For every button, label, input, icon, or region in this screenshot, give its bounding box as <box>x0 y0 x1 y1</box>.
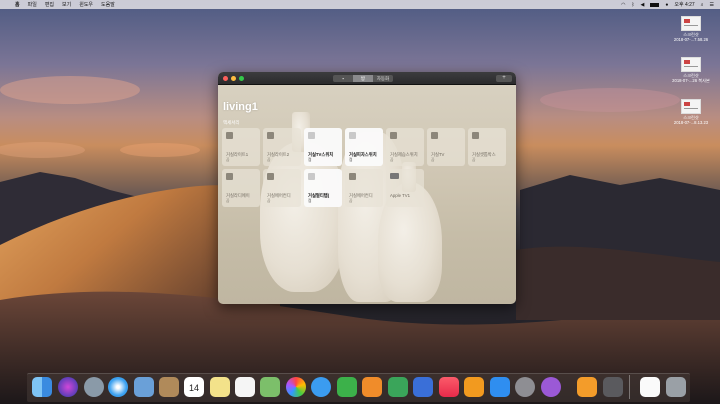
messages-icon[interactable] <box>311 377 331 397</box>
facetime-icon[interactable] <box>337 377 357 397</box>
close-button[interactable] <box>223 76 228 81</box>
accessory-tile[interactable]: 거실에어컨디 끔 <box>345 169 383 207</box>
bluetooth-icon[interactable]: ᛒ <box>631 2 634 8</box>
desktop-file-date: 2018-07-...26 복사본 <box>672 78 710 83</box>
app-store-icon[interactable] <box>490 377 510 397</box>
accessory-tile[interactable]: 거실TV스위치 켬 <box>304 128 342 166</box>
dock-separator <box>629 375 630 399</box>
accessory-tile[interactable]: 거실라이트2 끔 <box>263 128 301 166</box>
mail-icon[interactable] <box>134 377 154 397</box>
safari-icon[interactable] <box>108 377 128 397</box>
desktop-file-date: 2018-07-...8.13.23 <box>673 120 709 125</box>
desktop-file[interactable]: 스크린샷 2018-07-...7.58.26 <box>666 16 716 42</box>
keynote-icon[interactable] <box>413 377 433 397</box>
system-preferences-icon[interactable] <box>515 377 535 397</box>
accessory-tile[interactable]: 거실피자스위치 켬 <box>345 128 383 166</box>
menu-edit[interactable]: 편집 <box>45 1 54 8</box>
section-label: 액세서리 <box>223 120 240 125</box>
photos-icon[interactable] <box>286 377 306 397</box>
tab-automation[interactable]: 자동화 <box>373 75 393 82</box>
accessory-tile[interactable]: 거실라이트1 끔 <box>222 128 260 166</box>
room-title: living1 <box>223 101 258 113</box>
books-icon[interactable] <box>464 377 484 397</box>
home-app-window: ▪ 방 자동화 + living1 액세서리 거실라이트1 끔 거실라이트2 끔… <box>218 72 516 304</box>
pages-icon[interactable] <box>362 377 382 397</box>
switch-icon <box>226 173 233 180</box>
wifi-icon[interactable]: ◠ <box>621 2 625 8</box>
menu-view[interactable]: 보기 <box>62 1 71 8</box>
menu-file[interactable]: 파일 <box>28 1 37 8</box>
screenshot-thumbnail-icon <box>681 16 701 31</box>
feedback-icon[interactable] <box>541 377 561 397</box>
switch-icon <box>226 132 233 139</box>
screenshot-thumbnail-icon <box>681 99 701 114</box>
home-icon[interactable] <box>577 377 597 397</box>
add-button[interactable]: + <box>496 75 512 82</box>
zoom-button[interactable] <box>239 76 244 81</box>
trash-icon[interactable] <box>666 377 686 397</box>
menu-help[interactable]: 도움말 <box>101 1 115 8</box>
contacts-icon[interactable] <box>159 377 179 397</box>
screenshot-thumbnail-icon <box>681 57 701 72</box>
minimize-button[interactable] <box>231 76 236 81</box>
accessory-tile[interactable]: 거실TV 끔 <box>427 128 465 166</box>
menu-window[interactable]: 윈도우 <box>79 1 93 8</box>
accessory-tile[interactable]: 거실셋톱박스 끔 <box>468 128 506 166</box>
desktop-file[interactable]: 스크린샷 2018-07-...26 복사본 <box>666 57 716 83</box>
battery-icon[interactable] <box>650 2 660 7</box>
accessory-tile[interactable]: 거실에어컨디 끔 <box>263 169 301 207</box>
switch-icon <box>349 132 356 139</box>
appletv-icon <box>390 173 399 179</box>
tab-rooms[interactable]: 방 <box>353 75 373 82</box>
menu-bar: 홈 파일 편집 보기 윈도우 도움말 ◠ ᛒ ◀ ● 오후 4:27 ⌕ ☰ <box>0 0 720 9</box>
tab-home[interactable]: ▪ <box>333 75 353 82</box>
calendar-icon[interactable]: 14 <box>184 377 204 397</box>
view-segmented-control: ▪ 방 자동화 <box>333 75 393 82</box>
menu-home[interactable]: 홈 <box>15 1 20 8</box>
finder-icon[interactable] <box>32 377 52 397</box>
reminders-icon[interactable] <box>235 377 255 397</box>
switch-icon <box>267 132 274 139</box>
house-icon: ▪ <box>342 76 344 81</box>
switch-icon <box>472 132 479 139</box>
accessory-tile[interactable]: 거실멀티탭( 켬 <box>304 169 342 207</box>
launchpad-icon[interactable] <box>84 377 104 397</box>
accessory-tile[interactable]: 거실라디에이 끔 <box>222 169 260 207</box>
scripteditor-icon[interactable] <box>603 377 623 397</box>
desktop-file-date: 2018-07-...7.58.26 <box>673 37 709 42</box>
switch-icon <box>431 132 438 139</box>
title-bar: ▪ 방 자동화 + <box>218 72 516 85</box>
switch-icon <box>390 132 397 139</box>
notes-icon[interactable] <box>210 377 230 397</box>
maps-icon[interactable] <box>260 377 280 397</box>
notifications-icon[interactable]: ☰ <box>710 2 714 8</box>
desktop-file[interactable]: 스크린샷 2018-07-...8.13.23 <box>666 99 716 125</box>
clock-label[interactable]: 오후 4:27 <box>674 1 694 8</box>
numbers-icon[interactable] <box>388 377 408 397</box>
switch-icon <box>308 132 315 139</box>
switch-icon <box>308 173 315 180</box>
music-icon[interactable] <box>439 377 459 397</box>
accessory-tile[interactable]: 거실제습스위치 끔 <box>386 128 424 166</box>
user-icon[interactable]: ● <box>665 2 668 8</box>
switch-icon <box>267 173 274 180</box>
search-icon[interactable]: ⌕ <box>701 2 704 8</box>
accessory-tile[interactable]: Apple TV1 <box>386 169 424 207</box>
volume-icon[interactable]: ◀ <box>640 2 644 8</box>
switch-icon <box>349 173 356 180</box>
document-icon[interactable] <box>640 377 660 397</box>
siri-icon[interactable] <box>58 377 78 397</box>
